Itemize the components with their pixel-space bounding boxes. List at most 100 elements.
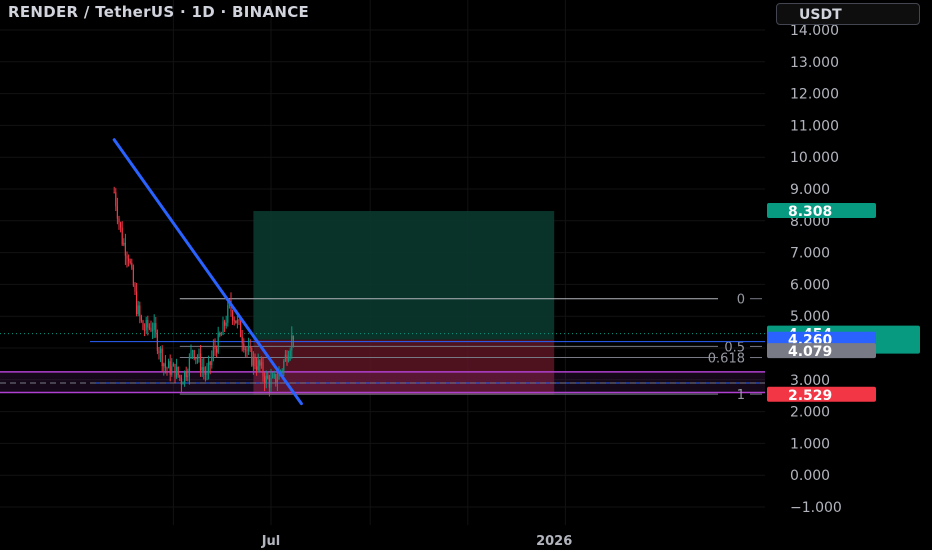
candle-body <box>161 348 163 367</box>
candle-body <box>156 332 158 351</box>
fib-label: 0 <box>737 293 745 308</box>
candle-body <box>182 382 184 385</box>
candle-body <box>113 192 115 194</box>
y-tick-label: 0.000 <box>790 468 830 484</box>
target-zone <box>253 211 555 340</box>
candle-body <box>160 348 162 353</box>
candle-body <box>240 321 242 337</box>
x-tick-label: Jul <box>261 534 281 549</box>
candle-body <box>262 362 264 377</box>
candle-body <box>188 356 190 376</box>
candle-body <box>206 371 208 375</box>
candle-body <box>171 366 173 375</box>
candle-body <box>131 262 133 268</box>
candle-body <box>264 376 266 384</box>
candle-body <box>155 323 157 333</box>
candle-body <box>211 356 213 365</box>
y-tick-label: 12.000 <box>790 87 839 103</box>
candle-body <box>128 258 130 262</box>
candle-body <box>115 192 117 207</box>
candle-body <box>251 348 253 366</box>
candle-body <box>273 374 275 377</box>
candle-body <box>172 363 174 367</box>
fib-label: 0.618 <box>708 352 745 367</box>
candle-body <box>281 370 283 372</box>
y-tick-label: 6.000 <box>790 277 830 293</box>
candle-body <box>201 367 203 371</box>
candle-body <box>116 206 118 219</box>
candle-body <box>220 334 222 336</box>
candle-body <box>224 321 226 326</box>
candle-body <box>227 305 229 323</box>
candle-body <box>276 379 278 384</box>
candle-body <box>288 356 290 362</box>
candle-body <box>292 335 294 340</box>
currency-selector-button[interactable]: USDT <box>776 3 920 25</box>
candle-body <box>249 346 251 349</box>
fib-label: 1 <box>737 388 745 403</box>
candle-body <box>219 333 221 336</box>
candle-body <box>236 319 238 324</box>
candle-body <box>283 361 285 371</box>
candle-body <box>291 335 293 351</box>
candle-body <box>232 311 234 321</box>
candle-body <box>289 350 291 357</box>
candle-body <box>134 285 136 292</box>
candle-body <box>187 375 189 378</box>
candle-body <box>166 367 168 369</box>
candle-body <box>208 361 210 372</box>
candle-body <box>275 374 277 384</box>
candle-body <box>185 371 187 378</box>
candle-body <box>126 255 128 259</box>
candle-body <box>169 361 171 375</box>
candle-body <box>148 327 150 329</box>
candle-body <box>142 320 144 330</box>
chart-title: RENDER / TetherUS · 1D · BINANCE <box>8 3 310 21</box>
candle-body <box>284 354 286 362</box>
candle-body <box>124 242 126 256</box>
candle-body <box>212 346 214 357</box>
time-axis[interactable]: Jul 2026 <box>0 526 932 550</box>
support-band <box>0 371 765 393</box>
price-chart[interactable]: 00.50.6181 14.00013.00012.00011.00010.00… <box>0 0 932 550</box>
candle-body <box>268 378 270 388</box>
candle-body <box>168 361 170 369</box>
y-tick-label: 5.000 <box>790 309 830 325</box>
candle-body <box>153 323 155 330</box>
candle-body <box>150 327 152 331</box>
candle-body <box>145 319 147 330</box>
candle-body <box>139 305 141 316</box>
y-tick-label: 10.000 <box>790 150 839 166</box>
candle-body <box>132 267 134 286</box>
candle-body <box>246 349 248 352</box>
candle-body <box>204 370 206 375</box>
candle-body <box>174 363 176 378</box>
candle-body <box>254 356 256 367</box>
candle-body <box>248 346 250 352</box>
candle-body <box>195 357 197 359</box>
candle-body <box>216 348 218 353</box>
candle-body <box>257 360 259 370</box>
candle-body <box>252 356 254 366</box>
price-axis[interactable]: 14.00013.00012.00011.00010.0009.0008.000… <box>790 23 842 516</box>
y-tick-label: 2.000 <box>790 405 830 421</box>
y-tick-label: 13.000 <box>790 55 839 71</box>
candle-body <box>244 349 246 351</box>
candle-body <box>193 350 195 359</box>
candle-body <box>260 362 262 366</box>
position-zones <box>0 211 765 395</box>
candle-body <box>241 336 243 344</box>
x-tick-label: 2026 <box>536 534 572 549</box>
candle-body <box>136 291 138 315</box>
candle-body <box>140 315 142 321</box>
price-tag-value: 2.529 <box>788 388 832 404</box>
candle-body <box>233 320 235 322</box>
candle-body <box>164 363 166 368</box>
candle-body <box>217 333 219 353</box>
candle-body <box>196 357 198 359</box>
candle-body <box>129 261 131 263</box>
candle-body <box>179 375 181 378</box>
candle-body <box>286 354 288 362</box>
candle-body <box>147 319 149 328</box>
candle-body <box>192 350 194 352</box>
